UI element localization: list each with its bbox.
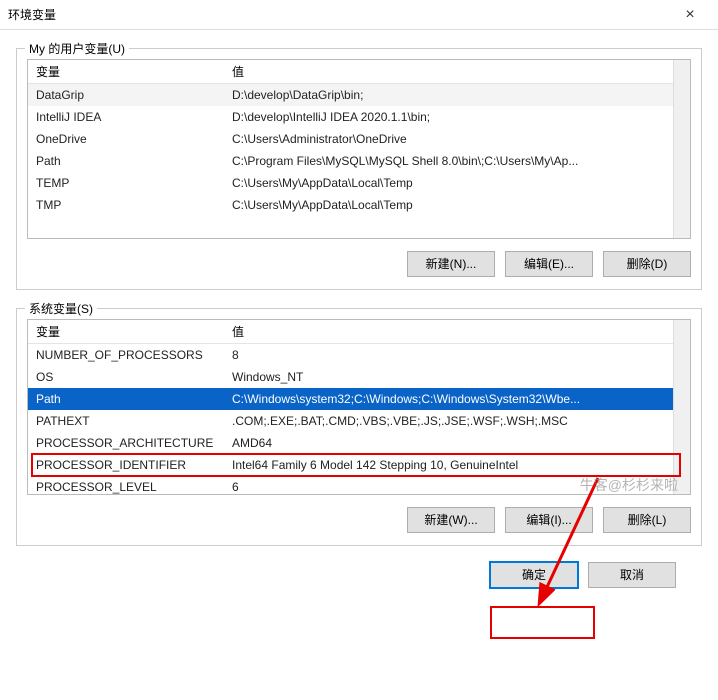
ok-button[interactable]: 确定 [490,562,578,588]
cell-variable: TEMP [28,176,228,190]
cell-value: C:\Program Files\MySQL\MySQL Shell 8.0\b… [228,154,690,168]
cell-value: C:\Windows\system32;C:\Windows;C:\Window… [228,392,690,406]
cell-value: D:\develop\DataGrip\bin; [228,88,690,102]
table-row[interactable]: DataGripD:\develop\DataGrip\bin; [28,84,690,106]
user-variables-list[interactable]: 变量 值 DataGripD:\develop\DataGrip\bin;Int… [27,59,691,239]
annotation-edit-highlight [490,606,595,639]
table-row[interactable]: TEMPC:\Users\My\AppData\Local\Temp [28,172,690,194]
column-header-value[interactable]: 值 [228,63,690,80]
user-button-row: 新建(N)... 编辑(E)... 删除(D) [27,251,691,277]
close-icon[interactable]: × [670,6,710,24]
column-header-value[interactable]: 值 [228,323,690,340]
column-header-variable[interactable]: 变量 [28,63,228,80]
system-variables-list[interactable]: 变量 值 NUMBER_OF_PROCESSORS8OSWindows_NTPa… [27,319,691,495]
cell-value: 8 [228,348,690,362]
cell-variable: PROCESSOR_LEVEL [28,480,228,494]
cell-value: .COM;.EXE;.BAT;.CMD;.VBS;.VBE;.JS;.JSE;.… [228,414,690,428]
table-row[interactable]: PROCESSOR_LEVEL6 [28,476,690,495]
user-variables-legend: My 的用户变量(U) [25,40,129,57]
cell-value: D:\develop\IntelliJ IDEA 2020.1.1\bin; [228,110,690,124]
system-edit-button[interactable]: 编辑(I)... [505,507,593,533]
user-edit-button[interactable]: 编辑(E)... [505,251,593,277]
system-new-button[interactable]: 新建(W)... [407,507,495,533]
dialog-footer: 确定 取消 [16,546,702,588]
table-row[interactable]: OSWindows_NT [28,366,690,388]
user-new-button[interactable]: 新建(N)... [407,251,495,277]
cell-variable: PROCESSOR_ARCHITECTURE [28,436,228,450]
cell-value: Intel64 Family 6 Model 142 Stepping 10, … [228,458,690,472]
titlebar: 环境变量 × [0,0,718,30]
system-delete-button[interactable]: 删除(L) [603,507,691,533]
table-row[interactable]: PROCESSOR_ARCHITECTUREAMD64 [28,432,690,454]
table-row[interactable]: PathC:\Program Files\MySQL\MySQL Shell 8… [28,150,690,172]
system-variables-legend: 系统变量(S) [25,300,97,317]
user-variables-group: My 的用户变量(U) 变量 值 DataGripD:\develop\Data… [16,48,702,290]
cell-variable: PROCESSOR_IDENTIFIER [28,458,228,472]
cell-variable: OS [28,370,228,384]
cell-variable: OneDrive [28,132,228,146]
list-header: 变量 值 [28,60,690,84]
list-header: 变量 值 [28,320,690,344]
column-header-variable[interactable]: 变量 [28,323,228,340]
cell-variable: IntelliJ IDEA [28,110,228,124]
system-button-row: 新建(W)... 编辑(I)... 删除(L) [27,507,691,533]
cell-variable: NUMBER_OF_PROCESSORS [28,348,228,362]
cell-variable: TMP [28,198,228,212]
system-variables-group: 系统变量(S) 变量 值 NUMBER_OF_PROCESSORS8OSWind… [16,308,702,546]
table-row[interactable]: IntelliJ IDEAD:\develop\IntelliJ IDEA 20… [28,106,690,128]
table-row[interactable]: OneDriveC:\Users\Administrator\OneDrive [28,128,690,150]
cell-value: C:\Users\My\AppData\Local\Temp [228,198,690,212]
table-row[interactable]: PATHEXT.COM;.EXE;.BAT;.CMD;.VBS;.VBE;.JS… [28,410,690,432]
cell-value: Windows_NT [228,370,690,384]
cell-variable: Path [28,392,228,406]
cell-value: 6 [228,480,690,494]
user-delete-button[interactable]: 删除(D) [603,251,691,277]
window-title: 环境变量 [8,6,56,23]
cell-value: AMD64 [228,436,690,450]
table-row[interactable]: PROCESSOR_IDENTIFIERIntel64 Family 6 Mod… [28,454,690,476]
cell-value: C:\Users\My\AppData\Local\Temp [228,176,690,190]
table-row[interactable]: PathC:\Windows\system32;C:\Windows;C:\Wi… [28,388,690,410]
table-row[interactable]: NUMBER_OF_PROCESSORS8 [28,344,690,366]
cancel-button[interactable]: 取消 [588,562,676,588]
table-row[interactable]: TMPC:\Users\My\AppData\Local\Temp [28,194,690,216]
cell-variable: DataGrip [28,88,228,102]
cell-variable: PATHEXT [28,414,228,428]
scrollbar[interactable] [673,60,690,238]
cell-variable: Path [28,154,228,168]
cell-value: C:\Users\Administrator\OneDrive [228,132,690,146]
dialog-content: My 的用户变量(U) 变量 值 DataGripD:\develop\Data… [0,30,718,588]
scrollbar[interactable] [673,320,690,494]
